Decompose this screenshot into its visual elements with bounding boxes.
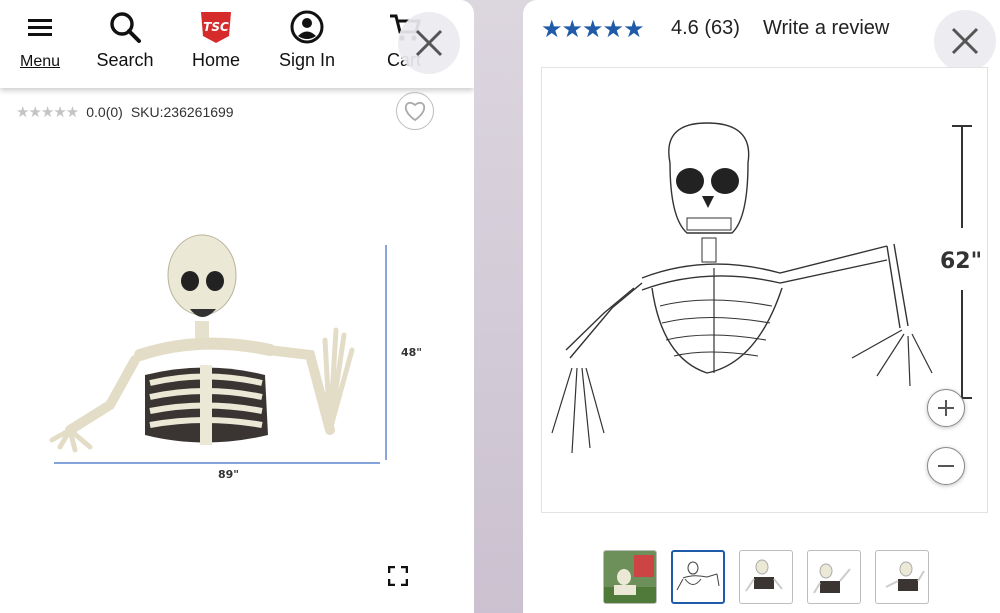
review-summary[interactable]: 4.6 (63): [671, 17, 740, 40]
thumbnail-1[interactable]: [603, 550, 657, 604]
zoom-in-icon: [938, 400, 954, 416]
close-button[interactable]: [398, 12, 460, 74]
menu-label: Menu: [19, 53, 61, 70]
product-image[interactable]: 48" 89": [40, 225, 440, 490]
thumbnail-3[interactable]: [739, 550, 793, 604]
sign-in-label: Sign In: [278, 50, 336, 70]
review-score: 4.6: [671, 17, 699, 39]
search-icon: [110, 12, 141, 43]
rating-count: (0): [105, 104, 123, 120]
height-dimension-label: 48": [401, 346, 422, 359]
rating-score: 0.0: [86, 104, 106, 120]
wishlist-button[interactable]: [396, 92, 434, 130]
zoomed-image-frame[interactable]: 62": [541, 67, 988, 513]
zoom-out-icon: [938, 465, 954, 467]
zoomed-product-image: 62": [551, 122, 982, 454]
review-count: (63): [704, 17, 740, 39]
zoom-in-button[interactable]: [927, 389, 965, 427]
close-viewer-button[interactable]: [934, 10, 996, 72]
zoom-out-button[interactable]: [927, 447, 965, 485]
thumbnail-5[interactable]: [875, 550, 929, 604]
product-page-panel: Menu Search TSC Home Sign In ★★★★★ 0.0 (…: [0, 0, 474, 613]
account-icon: [290, 10, 324, 44]
search-button[interactable]: Search: [92, 10, 158, 71]
height-dimension-label: 62": [940, 249, 982, 274]
thumbnail-2[interactable]: [671, 550, 725, 604]
menu-icon: [28, 19, 52, 36]
sign-in-button[interactable]: Sign In: [276, 10, 338, 71]
menu-button[interactable]: Menu: [18, 10, 62, 71]
home-label: Home: [191, 50, 240, 70]
write-review-link[interactable]: Write a review: [763, 17, 889, 40]
home-button[interactable]: TSC Home: [187, 10, 245, 71]
close-icon: [415, 29, 443, 57]
width-dimension-label: 89": [218, 468, 239, 481]
product-sku: SKU:236261699: [130, 104, 234, 120]
empty-stars-icon: ★★★★★: [16, 104, 79, 121]
close-icon: [951, 27, 979, 55]
search-label: Search: [96, 50, 154, 70]
review-stars-icon: ★★★★★: [541, 16, 645, 43]
svg-text:TSC: TSC: [203, 20, 229, 34]
expand-icon[interactable]: [388, 566, 408, 586]
thumbnail-4[interactable]: [807, 550, 861, 604]
heart-icon: [404, 101, 426, 122]
product-rating-row: ★★★★★ 0.0 (0) SKU:236261699: [16, 103, 234, 121]
tsc-logo: TSC: [201, 12, 231, 43]
